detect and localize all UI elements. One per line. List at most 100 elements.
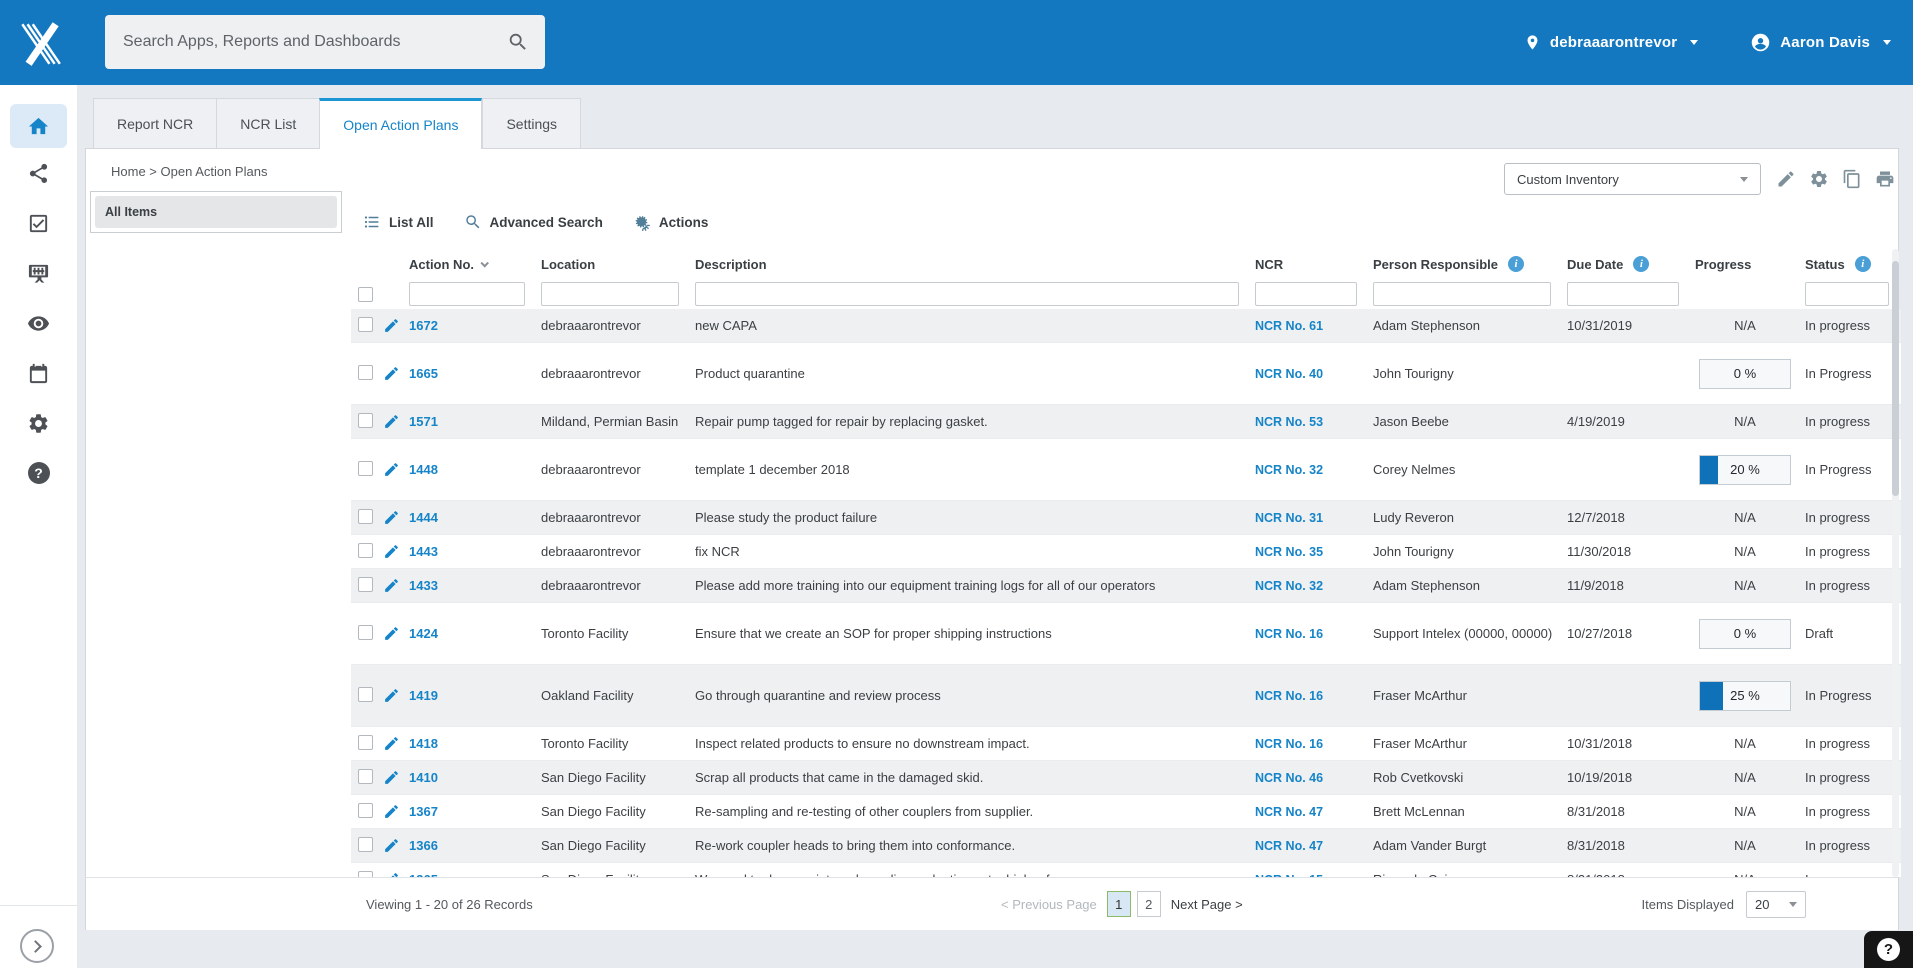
info-icon[interactable]: i (1507, 256, 1524, 272)
tree-item-all-items[interactable]: All Items (95, 196, 337, 228)
gear-icon[interactable] (1809, 169, 1829, 189)
actions-button[interactable]: Actions (633, 213, 708, 231)
intelex-logo-icon[interactable] (14, 18, 64, 68)
filter-location-input[interactable] (541, 282, 679, 306)
ncr-link[interactable]: NCR No. 31 (1255, 511, 1323, 525)
print-icon[interactable] (1875, 169, 1895, 189)
sidebar-item-tasks[interactable] (0, 201, 77, 245)
sidebar-expand-button[interactable] (20, 929, 54, 963)
ncr-link[interactable]: NCR No. 47 (1255, 839, 1323, 853)
filter-action-no-input[interactable] (409, 282, 525, 306)
ncr-link[interactable]: NCR No. 46 (1255, 771, 1323, 785)
action-no-link[interactable]: 1444 (409, 510, 438, 525)
edit-pencil-icon[interactable] (383, 543, 400, 560)
edit-pencil-icon[interactable] (383, 769, 400, 786)
global-search-input[interactable] (105, 33, 507, 51)
ncr-link[interactable]: NCR No. 32 (1255, 579, 1323, 593)
ncr-link[interactable]: NCR No. 47 (1255, 805, 1323, 819)
edit-cell[interactable] (379, 803, 405, 820)
action-no-link[interactable]: 1410 (409, 770, 438, 785)
action-no-link[interactable]: 1448 (409, 462, 438, 477)
edit-cell[interactable] (379, 543, 405, 560)
edit-cell[interactable] (379, 769, 405, 786)
row-checkbox[interactable] (358, 412, 373, 428)
row-checkbox[interactable] (358, 316, 373, 332)
action-no-link[interactable]: 1433 (409, 578, 438, 593)
advanced-search-button[interactable]: Advanced Search (464, 213, 603, 231)
view-selector-dropdown[interactable]: Custom Inventory (1504, 163, 1761, 195)
user-menu[interactable]: Aaron Davis (1750, 32, 1891, 53)
ncr-link[interactable]: NCR No. 53 (1255, 415, 1323, 429)
header-action-no[interactable]: Action No. (405, 257, 537, 272)
edit-pencil-icon[interactable] (383, 509, 400, 526)
edit-pencil-icon[interactable] (383, 577, 400, 594)
header-ncr[interactable]: NCR (1251, 257, 1369, 272)
header-description[interactable]: Description (691, 257, 1251, 272)
select-all-checkbox[interactable] (358, 286, 373, 302)
edit-pencil-icon[interactable] (383, 735, 400, 752)
table-scrollbar[interactable] (1892, 249, 1899, 877)
sidebar-item-workflow[interactable] (0, 151, 77, 195)
list-all-button[interactable]: List All (363, 213, 434, 231)
edit-pencil-icon[interactable] (383, 803, 400, 820)
header-status[interactable]: Status i (1801, 256, 1901, 272)
edit-cell[interactable] (379, 413, 405, 430)
info-icon[interactable]: i (1633, 256, 1650, 272)
sidebar-item-watchlist[interactable] (0, 301, 77, 345)
filter-description-input[interactable] (695, 282, 1239, 306)
action-no-link[interactable]: 1367 (409, 804, 438, 819)
action-no-link[interactable]: 1366 (409, 838, 438, 853)
page-button-2[interactable]: 2 (1136, 891, 1161, 917)
action-no-link[interactable]: 1665 (409, 366, 438, 381)
sidebar-item-dashboards[interactable] (0, 251, 77, 295)
edit-pencil-icon[interactable] (383, 365, 400, 382)
row-checkbox[interactable] (358, 576, 373, 592)
help-widget-button[interactable]: ? (1864, 931, 1913, 968)
action-no-link[interactable]: 1418 (409, 736, 438, 751)
edit-cell[interactable] (379, 317, 405, 334)
row-checkbox[interactable] (358, 542, 373, 558)
ncr-link[interactable]: NCR No. 61 (1255, 319, 1323, 333)
row-checkbox[interactable] (358, 734, 373, 750)
copy-icon[interactable] (1842, 169, 1862, 189)
row-checkbox[interactable] (358, 768, 373, 784)
edit-pencil-icon[interactable] (383, 687, 400, 704)
edit-cell[interactable] (379, 577, 405, 594)
action-no-link[interactable]: 1672 (409, 318, 438, 333)
row-checkbox[interactable] (358, 460, 373, 476)
search-icon[interactable] (507, 31, 529, 53)
ncr-link[interactable]: NCR No. 16 (1255, 737, 1323, 751)
edit-cell[interactable] (379, 687, 405, 704)
previous-page-button[interactable]: < Previous Page (1001, 897, 1097, 912)
sidebar-item-home[interactable] (10, 104, 67, 148)
items-displayed-dropdown[interactable]: 20 (1746, 891, 1806, 918)
edit-cell[interactable] (379, 509, 405, 526)
tab-open-action-plans[interactable]: Open Action Plans (319, 98, 483, 149)
page-button-1[interactable]: 1 (1106, 891, 1131, 917)
tab-ncr-list[interactable]: NCR List (216, 98, 320, 148)
info-icon[interactable]: i (1854, 256, 1871, 272)
sidebar-item-calendar[interactable] (0, 351, 77, 395)
edit-pencil-icon[interactable] (383, 837, 400, 854)
action-no-link[interactable]: 1443 (409, 544, 438, 559)
row-checkbox[interactable] (358, 686, 373, 702)
row-checkbox[interactable] (358, 624, 373, 640)
sidebar-item-help[interactable]: ? (0, 451, 77, 495)
sidebar-item-settings[interactable] (0, 401, 77, 445)
filter-ncr-input[interactable] (1255, 282, 1357, 306)
location-selector[interactable]: debraaarontrevor (1524, 32, 1699, 53)
header-person-responsible[interactable]: Person Responsible i (1369, 256, 1563, 272)
next-page-button[interactable]: Next Page > (1171, 897, 1243, 912)
ncr-link[interactable]: NCR No. 40 (1255, 367, 1323, 381)
ncr-link[interactable]: NCR No. 16 (1255, 627, 1323, 641)
action-no-link[interactable]: 1424 (409, 626, 438, 641)
ncr-link[interactable]: NCR No. 32 (1255, 463, 1323, 477)
edit-pencil-icon[interactable] (383, 413, 400, 430)
edit-cell[interactable] (379, 461, 405, 478)
edit-cell[interactable] (379, 365, 405, 382)
edit-pencil-icon[interactable] (383, 625, 400, 642)
row-checkbox[interactable] (358, 802, 373, 818)
edit-cell[interactable] (379, 735, 405, 752)
edit-cell[interactable] (379, 837, 405, 854)
tab-report-ncr[interactable]: Report NCR (93, 98, 217, 148)
